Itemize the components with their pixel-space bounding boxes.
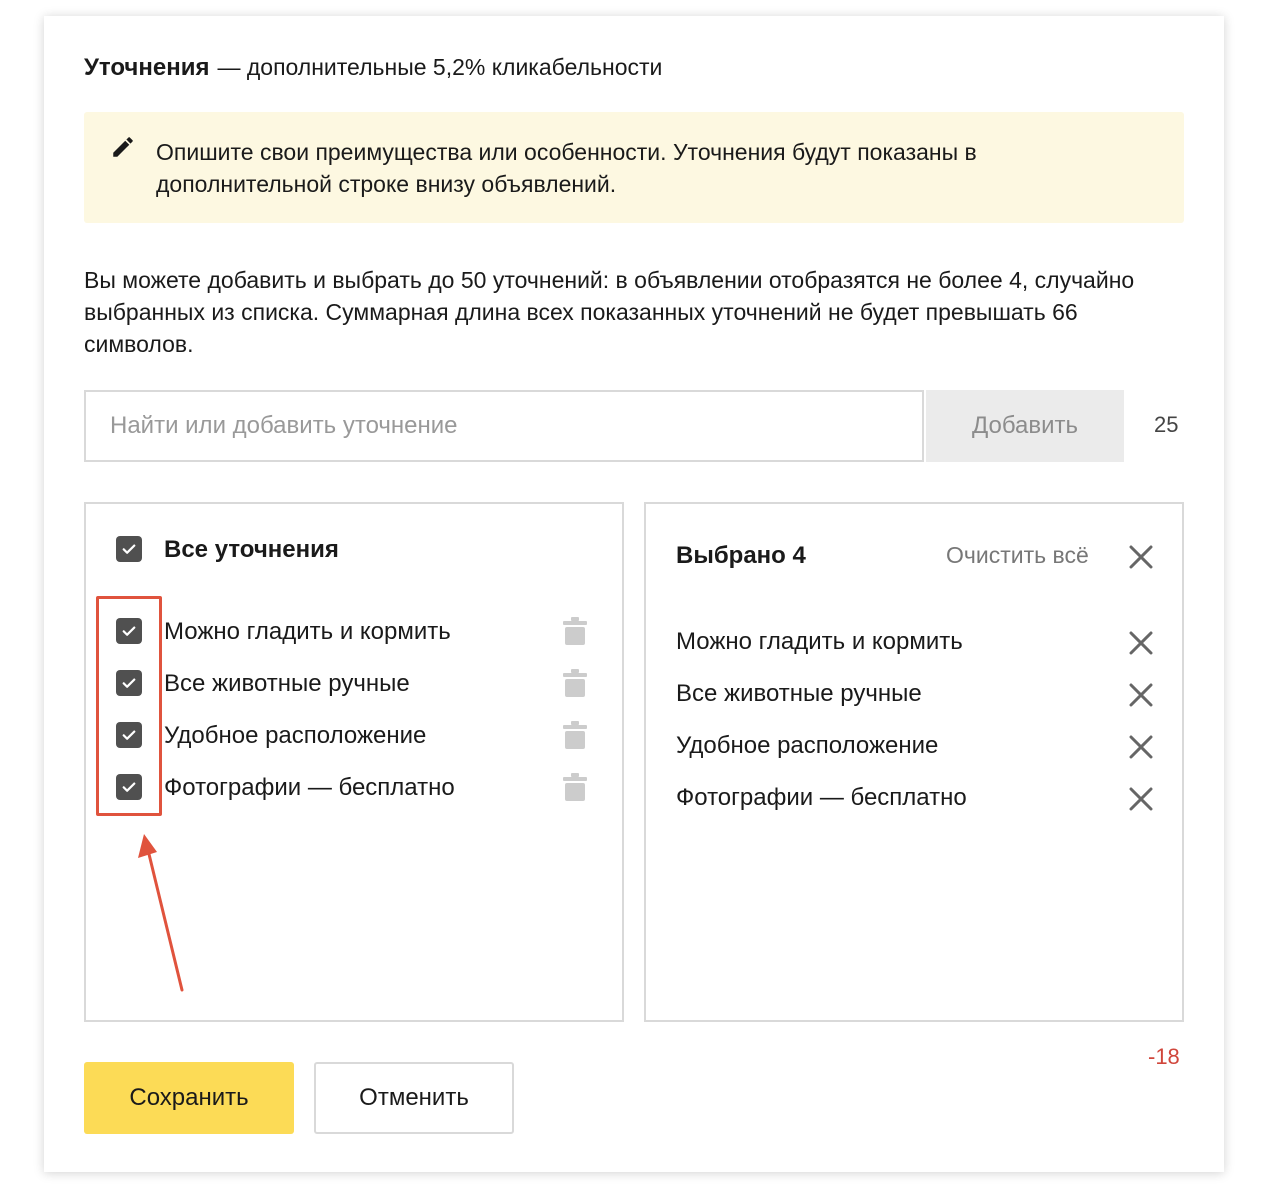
annotation-arrow bbox=[138, 834, 184, 992]
hint-box: Опишите свои преимущества или особенност… bbox=[84, 112, 1184, 223]
dialog-title: Уточнения bbox=[84, 54, 210, 81]
trash-icon[interactable] bbox=[562, 720, 588, 750]
trash-icon[interactable] bbox=[562, 616, 588, 646]
dialog-subtitle: — дополнительные 5,2% кликабельности bbox=[217, 54, 663, 80]
close-icon[interactable] bbox=[1128, 734, 1154, 760]
cancel-button[interactable]: Отменить bbox=[314, 1062, 514, 1134]
annotation-highlight-box bbox=[96, 596, 162, 816]
close-icon[interactable] bbox=[1128, 544, 1154, 570]
close-icon[interactable] bbox=[1128, 682, 1154, 708]
selected-refinements-panel: Выбрано 4 Очистить всё Можно гладить и к… bbox=[644, 502, 1184, 1022]
close-icon[interactable] bbox=[1128, 786, 1154, 812]
selected-item-label: Удобное расположение bbox=[676, 732, 939, 759]
hint-text: Опишите свои преимущества или особенност… bbox=[156, 139, 977, 197]
description-text: Вы можете добавить и выбрать до 50 уточн… bbox=[84, 267, 1135, 357]
selected-item-label: Все животные ручные bbox=[676, 680, 922, 707]
dialog-header: Уточнения — дополнительные 5,2% кликабель… bbox=[84, 54, 662, 82]
remaining-count: 25 bbox=[1154, 412, 1179, 437]
clear-all-link[interactable]: Очистить всё bbox=[946, 542, 1089, 569]
select-all-checkbox[interactable] bbox=[116, 536, 142, 562]
save-button[interactable]: Сохранить bbox=[84, 1062, 294, 1134]
trash-icon[interactable] bbox=[562, 668, 588, 698]
item-label: Можно гладить и кормить bbox=[164, 618, 451, 645]
selected-count-title: Выбрано 4 bbox=[676, 542, 806, 569]
item-label: Фотографии — бесплатно bbox=[164, 774, 455, 801]
refinements-dialog: Уточнения — дополнительные 5,2% кликабель… bbox=[44, 16, 1224, 1172]
pencil-icon bbox=[113, 137, 133, 157]
search-input[interactable] bbox=[84, 390, 924, 462]
selected-item-label: Фотографии — бесплатно bbox=[676, 784, 967, 811]
item-label: Все животные ручные bbox=[164, 670, 410, 697]
item-label: Удобное расположение bbox=[164, 722, 427, 749]
close-icon[interactable] bbox=[1128, 630, 1154, 656]
trash-icon[interactable] bbox=[562, 772, 588, 802]
select-all-label: Все уточнения bbox=[164, 536, 339, 563]
char-limit-warning: -18 bbox=[1148, 1044, 1180, 1069]
selected-item-label: Можно гладить и кормить bbox=[676, 628, 963, 655]
checkmark-icon bbox=[122, 544, 136, 554]
add-button[interactable]: Добавить bbox=[926, 390, 1124, 462]
